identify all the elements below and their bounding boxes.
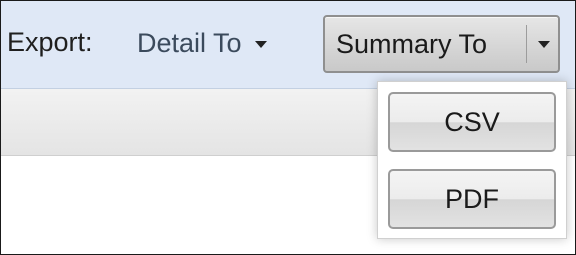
app-frame: Export: Detail To Summary To CSV PDF — [0, 0, 576, 255]
summary-to-label: Summary To — [336, 29, 488, 59]
chevron-down-icon[interactable] — [538, 41, 550, 48]
summary-to-button[interactable]: Summary To — [323, 15, 560, 73]
export-toolbar: Export: Detail To Summary To — [1, 1, 575, 89]
menu-item-label: CSV — [444, 106, 500, 137]
summary-export-menu: CSV PDF — [377, 81, 567, 239]
split-divider — [526, 25, 527, 63]
export-pdf-menu-item[interactable]: PDF — [388, 169, 556, 229]
menu-item-label: PDF — [445, 183, 499, 214]
export-csv-menu-item[interactable]: CSV — [388, 92, 556, 152]
detail-to-label: Detail To — [137, 27, 242, 58]
detail-to-button[interactable]: Detail To — [137, 25, 267, 61]
chevron-down-icon — [254, 41, 267, 48]
export-label: Export: — [7, 27, 93, 57]
